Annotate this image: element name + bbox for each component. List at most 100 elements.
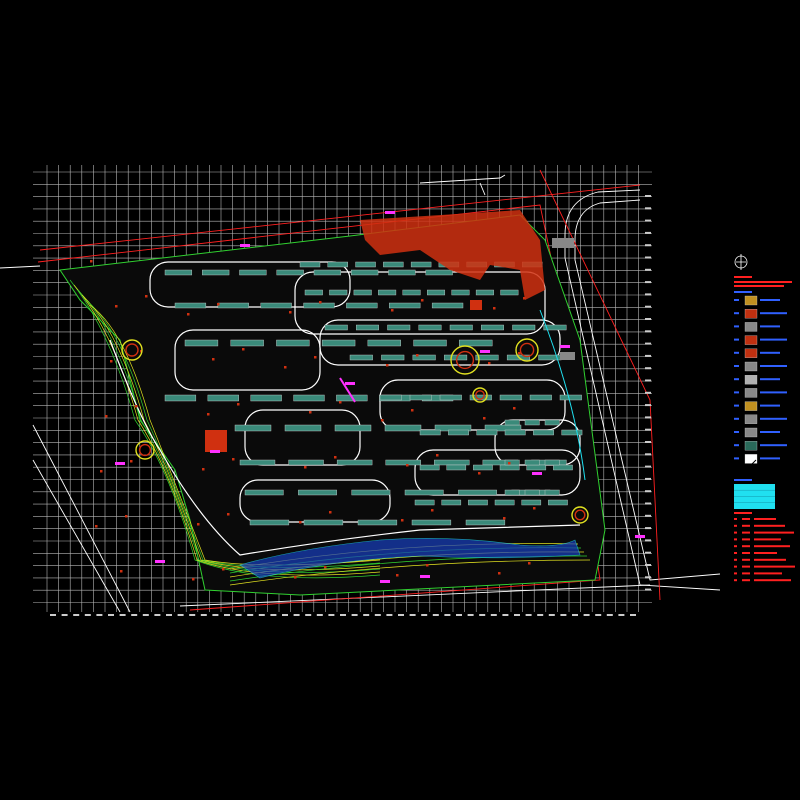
scale-tick-label: [618, 614, 625, 616]
building-block: [427, 289, 446, 296]
building-block: [475, 289, 494, 296]
legend-heading-bar: [734, 276, 752, 278]
building-block: [444, 354, 468, 361]
tree-marker: [386, 364, 389, 367]
scale-tick-label: [421, 614, 428, 616]
building-block: [402, 289, 421, 296]
building-block: [164, 394, 197, 402]
note-code: [742, 558, 750, 561]
building-block: [524, 419, 540, 426]
tree-marker: [339, 401, 342, 404]
notes-list: [734, 512, 795, 582]
magenta-marker: [480, 350, 490, 353]
building-block: [303, 302, 335, 309]
tree-marker: [314, 356, 317, 359]
scale-tick-label: [374, 614, 381, 616]
tree-marker: [309, 411, 312, 414]
building-block: [544, 489, 560, 496]
building-block: [441, 499, 462, 506]
tree-marker: [217, 303, 220, 306]
building-block: [355, 261, 376, 268]
building-block: [387, 324, 411, 331]
scale-tick-label: [61, 614, 68, 616]
building-block: [356, 324, 379, 331]
building-block: [500, 289, 519, 296]
tree-marker: [478, 472, 481, 475]
magenta-marker: [115, 462, 125, 465]
legend-index: [734, 325, 739, 328]
tree-marker: [222, 568, 225, 571]
building-block: [504, 489, 520, 496]
legend-label: [760, 457, 780, 460]
note-text: [754, 558, 786, 561]
scale-tick-label: [316, 614, 323, 616]
note-index: [734, 579, 737, 582]
plaza-block: [205, 430, 227, 452]
legend-label: [760, 404, 780, 407]
note-index: [734, 518, 737, 520]
building-block: [524, 489, 540, 496]
scale-tick-label: [131, 614, 138, 616]
building-block: [299, 261, 321, 268]
building-block: [504, 459, 520, 466]
scale-tick-label: [645, 244, 651, 247]
legend-index: [734, 391, 739, 394]
tree-marker: [396, 574, 399, 577]
scale-tick-label: [247, 614, 254, 616]
scale-tick-label: [645, 564, 651, 566]
building-block: [293, 394, 325, 402]
building-block: [561, 429, 583, 436]
tree-marker: [242, 348, 245, 351]
scale-tick-label: [583, 614, 590, 616]
tree-marker: [130, 460, 133, 463]
building-block: [381, 354, 405, 361]
tree-marker: [381, 419, 384, 422]
tree-marker: [284, 366, 287, 369]
building-block: [473, 464, 493, 471]
building-block: [174, 302, 207, 309]
note-code: [742, 545, 750, 548]
tree-marker: [115, 305, 118, 308]
scale-tick-label: [212, 614, 219, 616]
tree-marker: [493, 307, 496, 310]
building-block: [494, 499, 515, 506]
scale-tick-label: [50, 614, 56, 616]
magenta-marker: [635, 535, 645, 538]
scale-tick-label: [645, 514, 651, 517]
scale-tick-label: [645, 490, 651, 493]
legend-label: [760, 378, 780, 381]
notes-title-bar: [734, 512, 752, 514]
tree-marker: [125, 515, 128, 518]
building-block: [329, 289, 348, 296]
legend-label: [760, 391, 787, 394]
legend: [734, 295, 787, 471]
magenta-marker: [210, 450, 220, 453]
building-block: [276, 339, 310, 347]
building-block: [249, 519, 290, 526]
scale-tick-label: [645, 416, 651, 419]
magenta-marker: [345, 382, 355, 385]
scale-tick-label: [645, 502, 651, 505]
scale-tick-label: [606, 614, 613, 616]
legend-swatch: [744, 427, 758, 438]
building-block: [439, 394, 462, 401]
tree-marker: [120, 570, 123, 573]
building-block: [521, 499, 542, 506]
building-block: [459, 339, 493, 347]
note-code: [742, 538, 750, 541]
building-block: [414, 499, 435, 506]
scale-tick-label: [270, 614, 277, 616]
tree-marker: [187, 313, 190, 316]
magenta-marker: [380, 580, 390, 583]
scale-tick-label: [166, 614, 172, 616]
north-arrow-cross: [736, 254, 746, 270]
tree-marker: [421, 299, 424, 302]
scale-tick-label: [645, 318, 651, 320]
legend-index: [734, 365, 739, 367]
legend-label: [760, 351, 780, 354]
building-block: [217, 302, 249, 309]
scale-tick-label: [305, 614, 312, 616]
scale-tick-label: [645, 256, 651, 259]
tree-marker: [95, 525, 98, 528]
cad-drawing-viewport: [0, 0, 800, 800]
